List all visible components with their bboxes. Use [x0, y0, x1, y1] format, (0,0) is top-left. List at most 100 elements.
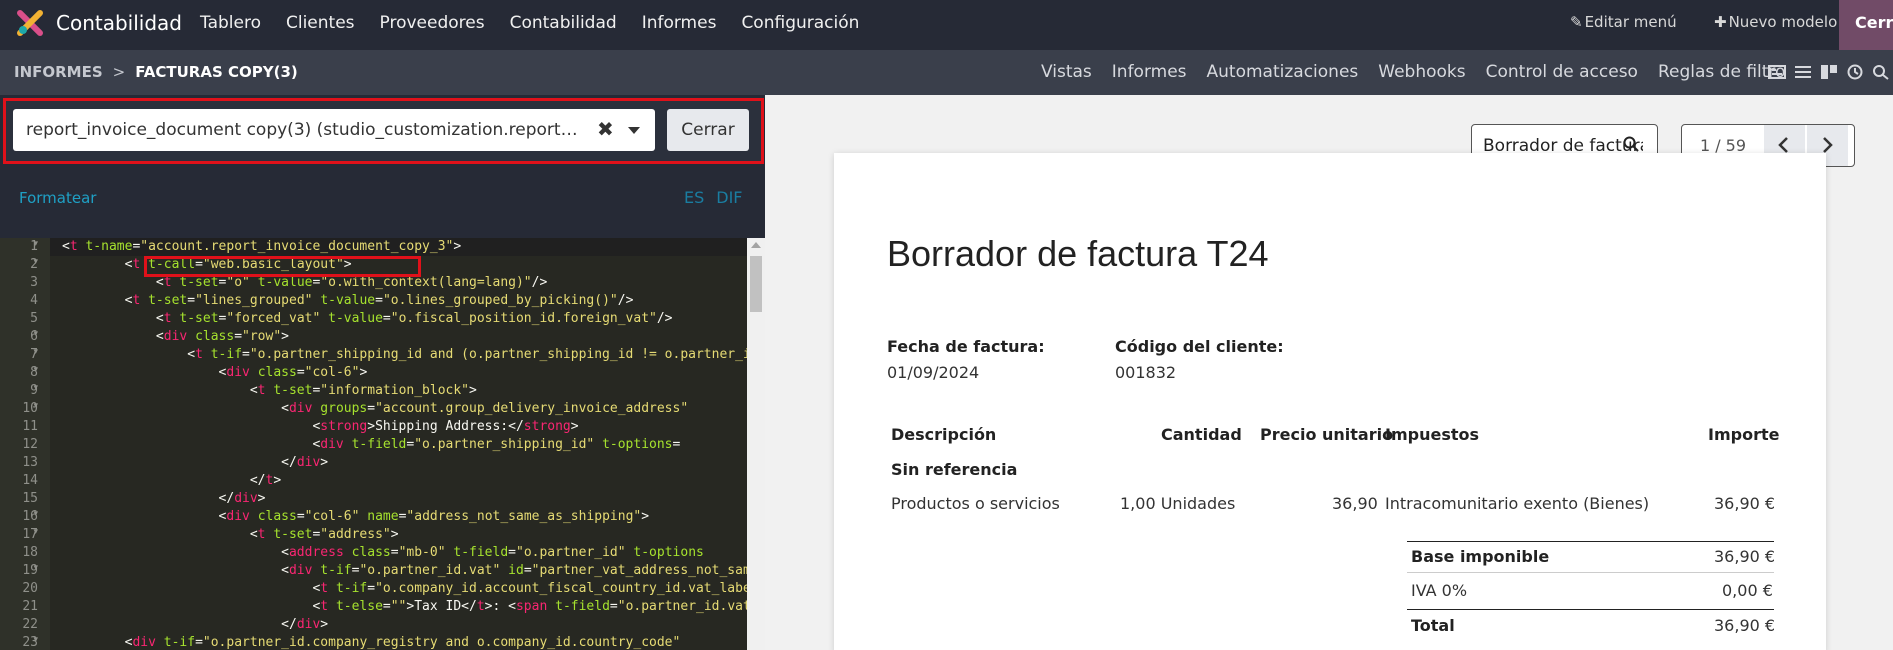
menu-item-contabilidad[interactable]: Contabilidad [510, 13, 617, 33]
code-line[interactable]: <t t-set="address"> [62, 526, 399, 544]
close-studio-button[interactable]: Cerrar [1839, 0, 1893, 50]
link-reglas-filtro[interactable]: Reglas de filtro [1658, 62, 1785, 82]
total-value: 36,90 € [1714, 616, 1776, 635]
code-line[interactable]: </div> [62, 490, 266, 508]
lang-dif-toggle[interactable]: DIF [716, 188, 742, 207]
code-line[interactable]: <strong>Shipping Address:</strong> [62, 418, 579, 436]
scroll-up-icon[interactable] [751, 242, 761, 248]
search-icon [1623, 136, 1639, 152]
fold-toggle-icon[interactable]: ▾ [33, 365, 38, 375]
code-line[interactable]: <div class="row"> [62, 328, 289, 346]
menu-item-clientes[interactable]: Clientes [286, 13, 355, 33]
clear-icon[interactable]: ✖ [597, 117, 614, 141]
link-control-acceso[interactable]: Control de acceso [1486, 62, 1638, 82]
code-line[interactable]: <address class="mb-0" t-field="o.partner… [62, 544, 704, 562]
fold-toggle-icon[interactable]: ▾ [33, 383, 38, 393]
app-logo-icon[interactable] [16, 9, 44, 37]
highlight-annotation-box [144, 256, 421, 277]
editor-scrollbar[interactable] [747, 238, 765, 650]
breadcrumb-separator: > [112, 63, 126, 81]
lang-es-toggle[interactable]: ES [684, 188, 704, 207]
code-token: > [641, 509, 650, 524]
link-informes[interactable]: Informes [1112, 62, 1187, 82]
new-model-link[interactable]: ✚ Nuevo modelo [1714, 13, 1837, 31]
code-line[interactable]: <t t-if="o.company_id.account_fiscal_cou… [62, 580, 747, 598]
link-webhooks[interactable]: Webhooks [1378, 62, 1465, 82]
code-line[interactable]: <div t-field = "o.partner_shipping_id" t-o… [62, 436, 680, 454]
code-line[interactable]: </div> [62, 454, 328, 472]
list-view-icon[interactable] [1794, 64, 1812, 80]
close-editor-button[interactable]: Cerrar [667, 109, 749, 151]
code-token: "information_block" [320, 383, 470, 398]
code-token: t [163, 275, 172, 290]
line-number: 11 [22, 419, 38, 434]
fold-toggle-icon[interactable]: ▾ [33, 635, 38, 645]
code-line[interactable]: <div class="col-6"> [62, 364, 368, 382]
code-line[interactable]: <t t-if="o.partner_shipping_id and (o.pa… [62, 346, 747, 364]
template-select[interactable]: report_invoice_document copy(3) (studio_… [13, 109, 655, 151]
code-line[interactable]: <t t-else="">Tax ID</t>: <span t-field="… [62, 598, 747, 616]
chevron-down-icon[interactable] [628, 127, 640, 134]
search-view-icon[interactable] [1872, 64, 1890, 80]
fold-toggle-icon[interactable]: ▾ [33, 257, 38, 267]
code-token: /> [531, 275, 548, 290]
fold-toggle-icon[interactable]: ▾ [33, 401, 38, 411]
code-editor[interactable]: 1 ▾ 2 ▾ 3 4 5 6 ▾ 7 ▾ 8 ▾ 9 ▾ 10 ▾ 11 12 13 14 15 16 ▾ 17 ▾ 18 19 ▾ 2… [0, 238, 765, 650]
code-line[interactable]: <div t-if="o.partner_id.company_registry… [62, 634, 681, 650]
fold-toggle-icon[interactable]: ▾ [33, 347, 38, 357]
code-token: t [163, 311, 172, 326]
code-line[interactable]: </div> [62, 616, 328, 634]
code-token: t-value [328, 311, 383, 326]
code-text-area[interactable]: <t t-name="account.report_invoice_docume… [62, 238, 747, 650]
subtotal-label: Base imponible [1411, 547, 1550, 566]
fold-toggle-icon[interactable]: ▾ [33, 527, 38, 537]
code-line[interactable]: <t t-set="information_block"> [62, 382, 477, 400]
code-token: t-set [148, 293, 188, 308]
code-token: > [570, 419, 579, 434]
breadcrumb-parent[interactable]: INFORMES [14, 63, 103, 81]
code-token: > [469, 383, 477, 398]
code-token: "o.partner_id" [516, 545, 626, 560]
kanban-view-icon[interactable] [1820, 64, 1838, 80]
menu-item-configuracion[interactable]: Configuración [741, 13, 859, 33]
menu-item-informes[interactable]: Informes [642, 13, 717, 33]
code-line[interactable]: <div groups="account.group_delivery_invo… [62, 400, 688, 418]
line-number: 2 [30, 257, 38, 272]
code-line[interactable]: <t t-name="account.report_invoice_docume… [62, 238, 461, 256]
menu-item-proveedores[interactable]: Proveedores [380, 13, 485, 33]
code-line[interactable]: <div t-if="o.partner_id.vat" id="partner… [62, 562, 747, 580]
link-vistas[interactable]: Vistas [1041, 62, 1092, 82]
row-amount: 36,90 € [1714, 494, 1776, 513]
fold-toggle-icon[interactable]: ▾ [33, 509, 38, 519]
link-automatizaciones[interactable]: Automatizaciones [1207, 62, 1359, 82]
app-title[interactable]: Contabilidad [56, 11, 182, 35]
fold-toggle-icon[interactable]: ▾ [33, 239, 38, 249]
line-number: 10 [22, 401, 38, 416]
line-number: 18 [22, 545, 38, 560]
fold-toggle-icon[interactable]: ▾ [33, 329, 38, 339]
code-token: < [62, 239, 70, 254]
form-view-icon[interactable] [1768, 64, 1786, 80]
code-token: t-set [273, 383, 313, 398]
fold-toggle-icon[interactable]: ▾ [33, 563, 38, 573]
edit-menu-link[interactable]: ✎ Editar menú [1570, 13, 1677, 31]
code-token: < [62, 527, 258, 542]
format-link[interactable]: Formatear [19, 189, 96, 207]
code-line[interactable]: <div class="col-6" name="address_not_sam… [62, 508, 650, 526]
code-line[interactable]: <t t-set="forced_vat" t-value="o.fiscal_… [62, 310, 673, 328]
scrollbar-thumb[interactable] [750, 256, 762, 312]
menu-item-tablero[interactable]: Tablero [200, 13, 261, 33]
code-token: < [62, 581, 321, 596]
code-line[interactable]: </t> [62, 472, 281, 490]
code-token: "o.partner_shipping_id and (o.partner_sh… [249, 347, 747, 362]
code-line[interactable]: <t t-set="lines_grouped" t-value="o.line… [62, 292, 634, 310]
section-label: Sin referencia [891, 460, 1018, 479]
pencil-icon: ✎ [1570, 13, 1583, 31]
activity-view-icon[interactable] [1846, 64, 1864, 80]
